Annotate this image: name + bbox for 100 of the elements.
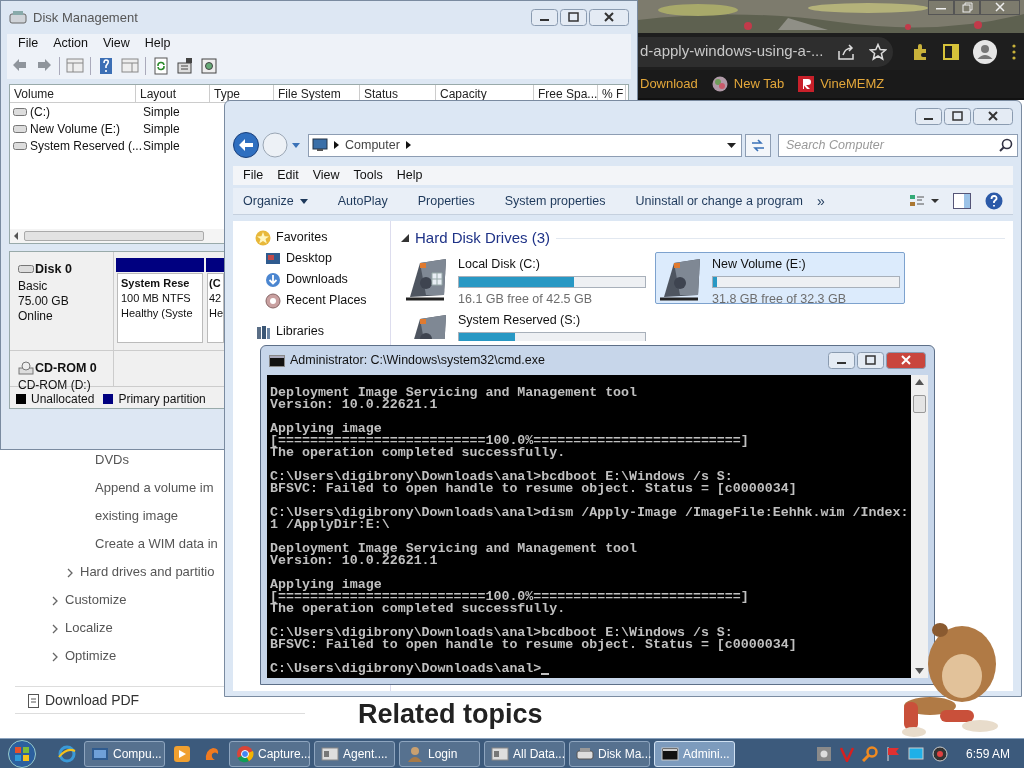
column-header[interactable]: Volume	[10, 85, 136, 102]
nav-item[interactable]: Desktop	[286, 249, 332, 268]
nav-link[interactable]: Append a volume im	[95, 474, 214, 502]
taskbar-button[interactable]: Capture...	[229, 740, 310, 767]
toolbar-button[interactable]: Properties	[417, 191, 475, 211]
taskbar-button[interactable]: Disk Ma...	[569, 740, 650, 767]
drive-tile[interactable]: New Volume (E:) 31.8 GB free of 32.3 GB	[655, 251, 905, 304]
maximize-button[interactable]	[560, 9, 587, 26]
help-icon[interactable]	[985, 192, 1003, 210]
close-button[interactable]	[980, 0, 1020, 15]
bookmark-link[interactable]: VineMEMZ	[820, 74, 885, 94]
scroll-down-icon[interactable]	[915, 668, 924, 674]
nav-item[interactable]: Recent Places	[286, 291, 367, 310]
taskbar-button[interactable]: Agent....	[314, 740, 395, 767]
toolbar-button[interactable]: Uninstall or change a program	[635, 191, 803, 211]
menu-item[interactable]: Help	[396, 166, 423, 185]
download-link[interactable]: Download PDF	[28, 690, 140, 711]
nav-item[interactable]: Downloads	[286, 270, 348, 289]
clock[interactable]: 6:59 AM	[965, 744, 1010, 763]
drive-tile[interactable]: Local Disk (C:) 16.1 GB free of 42.5 GB	[401, 251, 651, 304]
close-button[interactable]	[973, 108, 1013, 125]
sidebar-icon[interactable]	[943, 43, 959, 60]
taskbar-button[interactable]: All Data...	[484, 740, 565, 767]
back-button[interactable]	[233, 132, 259, 158]
column-header[interactable]: Layout	[136, 85, 210, 102]
partition-block[interactable]: (C 42 He	[207, 273, 224, 343]
close-button[interactable]	[589, 9, 629, 26]
speaker-icon[interactable]	[931, 745, 948, 762]
restore-button[interactable]	[954, 0, 980, 15]
menu-icon[interactable]	[1011, 42, 1017, 61]
flag-icon[interactable]	[885, 745, 900, 762]
scrollbar-thumb[interactable]	[913, 395, 926, 413]
chevron-right-icon[interactable]	[65, 567, 75, 579]
menu-item[interactable]: Help	[144, 34, 171, 53]
more-commands-button[interactable]: »	[816, 190, 825, 212]
settings-icon[interactable]	[200, 57, 218, 75]
menu-item[interactable]: Action	[53, 34, 88, 53]
breadcrumb-arrow-icon[interactable]	[334, 141, 339, 149]
menu-item[interactable]: File	[18, 34, 39, 53]
monitor-icon[interactable]	[907, 745, 924, 762]
toolbar-button[interactable]: AutoPlay	[337, 191, 388, 211]
scroll-left-icon[interactable]	[12, 231, 20, 241]
nav-item[interactable]: Favorites	[276, 228, 328, 247]
search-field[interactable]: Search Computer	[777, 133, 1018, 157]
nav-link[interactable]: Hard drives and partitio	[80, 558, 215, 586]
properties-icon[interactable]	[176, 57, 194, 75]
breadcrumb-arrow-icon[interactable]	[405, 141, 411, 149]
menu-item[interactable]: View	[312, 166, 340, 185]
refresh-button[interactable]	[744, 133, 771, 157]
nav-link[interactable]: existing image	[95, 502, 214, 530]
nav-link[interactable]: Create a WIM data in	[95, 530, 218, 558]
maximize-button[interactable]	[944, 108, 971, 125]
chevron-right-icon[interactable]	[50, 595, 60, 607]
star-icon[interactable]	[869, 42, 888, 61]
minimize-button[interactable]	[828, 352, 855, 369]
collapse-arrow-icon[interactable]	[401, 234, 409, 243]
share-icon[interactable]	[837, 42, 856, 61]
partition-block[interactable]: System Rese 100 MB NTFS Healthy (Syste	[117, 273, 203, 343]
breadcrumb-item[interactable]: Computer	[345, 135, 400, 155]
profile-avatar[interactable]	[973, 39, 997, 64]
nav-link[interactable]: DVDs	[95, 446, 129, 474]
nav-item[interactable]: Libraries	[276, 322, 324, 341]
media-player-icon[interactable]	[173, 744, 191, 763]
menu-item[interactable]: View	[102, 34, 130, 53]
gear-icon[interactable]	[815, 745, 832, 762]
preview-pane-icon[interactable]	[953, 193, 971, 209]
magnifier-icon[interactable]	[861, 745, 878, 762]
chevron-right-icon[interactable]	[50, 623, 60, 635]
bookmark-link[interactable]: Download	[640, 74, 698, 94]
maximize-button[interactable]	[857, 352, 884, 369]
refresh-icon[interactable]	[152, 57, 170, 75]
address-bar[interactable]: Computer	[308, 133, 742, 157]
nav-link[interactable]: Customize	[65, 586, 127, 614]
toolbar-button[interactable]: Organize	[243, 191, 308, 211]
minimize-button[interactable]	[928, 0, 954, 15]
drive-icon	[13, 124, 27, 133]
menu-item[interactable]: Tools	[353, 166, 383, 185]
console-line: The operation completed successfully.	[270, 447, 566, 459]
minimize-button[interactable]	[531, 9, 558, 26]
taskbar-button[interactable]: Compu...	[84, 740, 165, 767]
close-button[interactable]	[886, 352, 926, 369]
puzzle-icon[interactable]	[911, 42, 929, 61]
bookmark-link[interactable]: New Tab	[733, 74, 785, 94]
menu-item[interactable]: File	[243, 166, 264, 185]
minimize-button[interactable]	[915, 108, 942, 125]
view-options-icon[interactable]	[909, 193, 939, 209]
nav-link[interactable]: Localize	[65, 614, 113, 642]
start-button[interactable]	[6, 739, 38, 768]
nav-link[interactable]: Optimize	[65, 642, 117, 670]
browser-icon[interactable]	[58, 744, 76, 763]
help-icon[interactable]	[97, 57, 115, 75]
dropdown-icon[interactable]	[726, 142, 736, 148]
taskbar-button[interactable]: Login	[399, 740, 480, 767]
address-bar[interactable]: d-apply-windows-using-a-...	[638, 36, 893, 67]
recent-pages-icon[interactable]	[291, 141, 301, 149]
scrollbar-thumb[interactable]	[24, 231, 204, 241]
menu-item[interactable]: Edit	[277, 166, 299, 185]
toolbar-button[interactable]: System properties	[504, 191, 606, 211]
chevron-right-icon[interactable]	[50, 651, 60, 663]
scroll-up-icon[interactable]	[915, 379, 924, 385]
